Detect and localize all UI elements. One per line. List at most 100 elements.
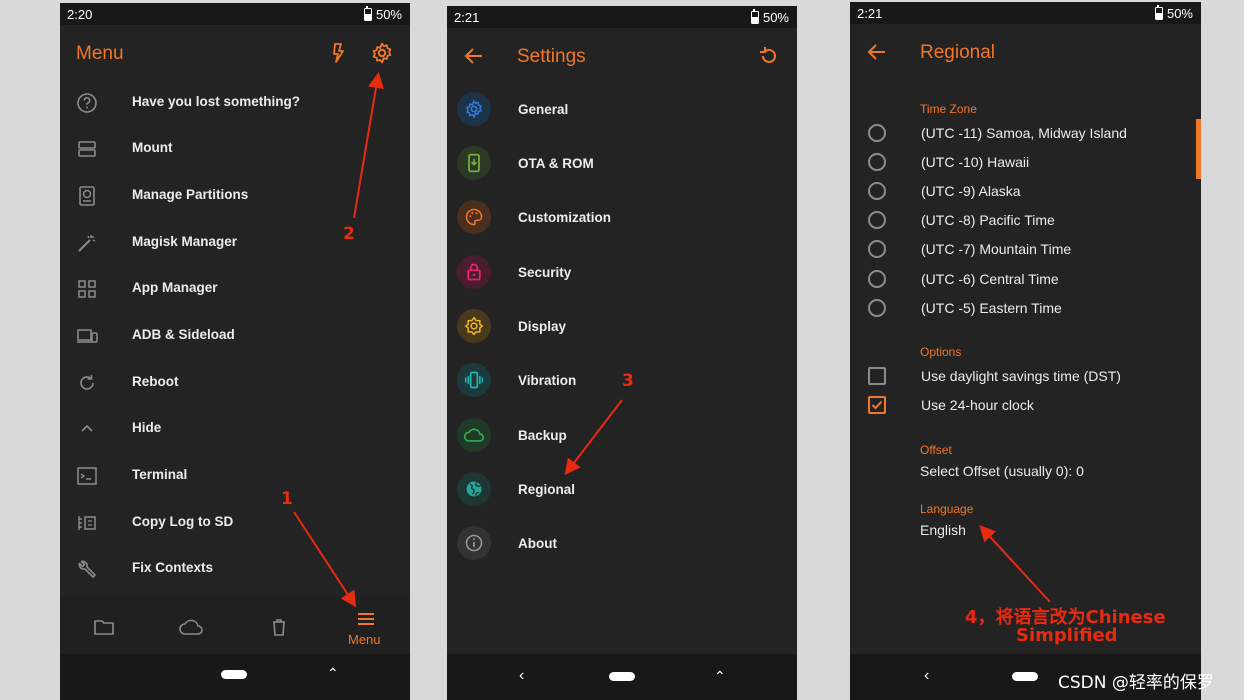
settings-item-general[interactable]: General [447,83,797,137]
timezone-label: (UTC -10) Hawaii [921,154,1030,170]
battery-indicator: 50% [750,8,789,25]
dst-checkbox-row[interactable]: Use daylight savings time (DST) [850,363,1201,392]
back-arrow-icon[interactable] [462,44,486,68]
settings-item-about[interactable]: About [447,517,797,571]
radio-button[interactable] [868,211,886,229]
menu-item-label: Copy Log to SD [132,514,234,529]
language-section-header: Language [920,502,974,516]
timezone-option[interactable]: (UTC -5) Eastern Time [850,295,1201,324]
battery-icon [1154,4,1163,20]
timezone-option[interactable]: (UTC -10) Hawaii [850,149,1201,178]
radio-button[interactable] [868,299,886,317]
back-arrow-icon[interactable] [865,40,889,64]
settings-item-label: Security [518,265,572,280]
menu-item-label: Manage Partitions [132,187,249,202]
gear-icon[interactable] [370,41,394,65]
up-caret-icon[interactable]: ⌃ [327,665,339,682]
up-caret-icon[interactable]: ⌃ [714,668,726,685]
log-icon [76,512,98,534]
checkbox-label: Use 24-hour clock [921,397,1034,413]
timezone-label: (UTC -5) Eastern Time [921,300,1062,316]
gear-icon [457,92,491,126]
status-time: 2:21 [454,10,480,25]
timezone-option[interactable]: (UTC -9) Alaska [850,178,1201,207]
status-bar: 2:20 50% [60,3,410,25]
menu-item-adb[interactable]: ADB & Sideload [60,313,410,359]
battery-indicator: 50% [1154,4,1193,21]
menu-item-reboot[interactable]: Reboot [60,360,410,406]
home-pill[interactable] [221,670,247,679]
menu-item-fix-contexts[interactable]: Fix Contexts [60,546,410,592]
offset-value[interactable]: Select Offset (usually 0): 0 [920,463,1084,479]
regional-header: Regional [850,24,1201,82]
folder-icon[interactable] [93,616,115,643]
menu-item-magisk[interactable]: Magisk Manager [60,220,410,266]
checkbox[interactable] [868,396,886,414]
settings-item-regional[interactable]: Regional [447,463,797,517]
checkbox[interactable] [868,367,886,385]
reset-icon[interactable] [757,44,781,68]
settings-item-security[interactable]: Security [447,246,797,300]
radio-button[interactable] [868,153,886,171]
menu-item-label: Magisk Manager [132,234,238,249]
cloud-icon [457,418,491,452]
battery-indicator: 50% [363,5,402,22]
language-value[interactable]: English [920,522,966,538]
annotation-step-1: 1 [281,489,293,509]
watermark: CSDN @轻率的保罗 [1058,673,1214,693]
settings-item-ota[interactable]: OTA & ROM [447,137,797,191]
hamburger-menu-icon[interactable] [356,611,376,632]
back-caret-icon[interactable]: ‹ [924,667,929,685]
timezone-option[interactable]: (UTC -7) Mountain Time [850,236,1201,265]
menu-item-label: Have you lost something? [132,94,301,109]
menu-item-label: Terminal [132,467,188,482]
menu-item-partitions[interactable]: Manage Partitions [60,173,410,219]
info-icon [457,526,491,560]
radio-button[interactable] [868,240,886,258]
menu-item-label: Hide [132,420,162,435]
brightness-icon [457,309,491,343]
annotation-step-4-line2: Simplified [1016,625,1118,646]
battery-percent: 50% [1166,6,1193,21]
reboot-icon [76,372,98,394]
settings-item-backup[interactable]: Backup [447,409,797,463]
menu-item-lost[interactable]: Have you lost something? [60,80,410,126]
cloud-icon[interactable] [178,616,204,643]
checkbox-label: Use daylight savings time (DST) [921,368,1121,384]
home-pill[interactable] [609,672,635,681]
menu-item-copy-log[interactable]: Copy Log to SD [60,500,410,546]
status-time: 2:21 [857,6,883,21]
terminal-icon [76,465,98,487]
bottom-menu-label[interactable]: Menu [348,632,381,647]
home-pill[interactable] [1012,672,1038,681]
timezone-label: (UTC -11) Samoa, Midway Island [921,125,1127,141]
timezone-option[interactable]: (UTC -11) Samoa, Midway Island [850,120,1201,149]
timezone-label: (UTC -9) Alaska [921,183,1021,199]
radio-button[interactable] [868,124,886,142]
radio-button[interactable] [868,270,886,288]
timezone-option[interactable]: (UTC -6) Central Time [850,266,1201,295]
clock-24h-checkbox-row[interactable]: Use 24-hour clock [850,392,1201,421]
settings-header: Settings [447,28,797,86]
menu-item-label: Fix Contexts [132,560,214,575]
radio-button[interactable] [868,182,886,200]
flash-icon[interactable] [326,41,350,65]
trash-icon[interactable] [268,616,290,643]
timezone-option[interactable]: (UTC -8) Pacific Time [850,207,1201,236]
timezone-label: (UTC -8) Pacific Time [921,212,1055,228]
settings-item-display[interactable]: Display [447,300,797,354]
back-caret-icon[interactable]: ‹ [519,667,524,685]
settings-screen: 2:21 50% Settings General OTA & ROM Cust… [447,6,797,700]
settings-item-label: General [518,102,569,117]
annotation-step-3: 3 [622,371,634,391]
menu-item-hide[interactable]: Hide [60,406,410,452]
settings-item-customization[interactable]: Customization [447,191,797,245]
menu-item-terminal[interactable]: Terminal [60,453,410,499]
page-title: Menu [76,43,124,64]
offset-section-header: Offset [920,443,952,457]
menu-item-app-manager[interactable]: App Manager [60,266,410,312]
wrench-icon [76,558,98,580]
menu-header: Menu [60,25,410,83]
settings-item-label: Backup [518,428,567,443]
menu-item-mount[interactable]: Mount [60,126,410,172]
